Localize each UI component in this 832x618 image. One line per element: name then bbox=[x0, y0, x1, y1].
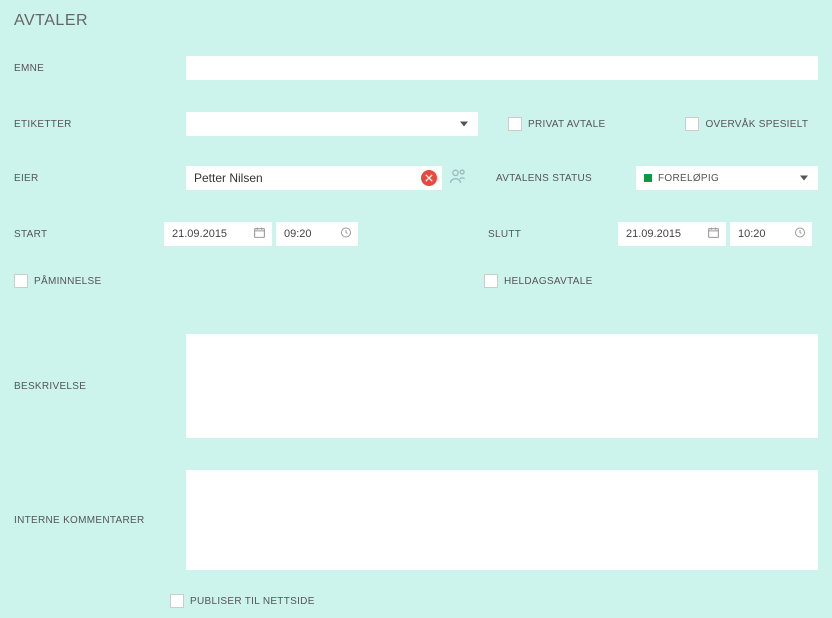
privat-label: PRIVAT AVTALE bbox=[528, 119, 605, 130]
etiketter-dropdown[interactable] bbox=[186, 112, 478, 136]
heldags-label: HELDAGSAVTALE bbox=[504, 276, 593, 287]
clock-icon bbox=[794, 227, 806, 242]
label-interne: INTERNE KOMMENTARER bbox=[14, 515, 186, 526]
overvak-checkbox[interactable] bbox=[685, 117, 699, 131]
label-slutt: SLUTT bbox=[488, 229, 618, 240]
start-time-value: 09:20 bbox=[284, 228, 312, 240]
start-time-input[interactable]: 09:20 bbox=[276, 222, 358, 246]
page-title: AVTALER bbox=[14, 12, 818, 30]
paminnelse-checkbox[interactable] bbox=[14, 274, 28, 288]
slutt-date-value: 21.09.2015 bbox=[626, 228, 681, 240]
start-date-value: 21.09.2015 bbox=[172, 228, 227, 240]
chevron-down-icon bbox=[460, 122, 468, 127]
label-eier: EIER bbox=[14, 173, 186, 184]
eier-input[interactable] bbox=[186, 166, 442, 190]
slutt-date-input[interactable]: 21.09.2015 bbox=[618, 222, 726, 246]
status-value: FORELØPIG bbox=[658, 173, 719, 184]
clock-icon bbox=[340, 227, 352, 242]
label-emne: EMNE bbox=[14, 63, 186, 74]
status-color-dot bbox=[644, 174, 652, 182]
paminnelse-label: PÅMINNELSE bbox=[34, 276, 101, 287]
publiser-label: PUBLISER TIL NETTSIDE bbox=[190, 596, 315, 607]
person-icon[interactable] bbox=[448, 167, 468, 190]
clear-owner-button[interactable] bbox=[421, 170, 437, 186]
label-start: START bbox=[14, 229, 164, 240]
publiser-checkbox[interactable] bbox=[170, 594, 184, 608]
privat-checkbox[interactable] bbox=[508, 117, 522, 131]
chevron-down-icon bbox=[800, 176, 808, 181]
label-etiketter: ETIKETTER bbox=[14, 119, 186, 130]
interne-textarea[interactable] bbox=[186, 470, 818, 570]
slutt-time-value: 10:20 bbox=[738, 228, 766, 240]
calendar-icon bbox=[707, 226, 720, 242]
start-date-input[interactable]: 21.09.2015 bbox=[164, 222, 272, 246]
label-beskrivelse: BESKRIVELSE bbox=[14, 381, 186, 392]
label-status: AVTALENS STATUS bbox=[496, 173, 636, 184]
close-icon bbox=[425, 174, 433, 182]
overvak-label: OVERVÅK SPESIELT bbox=[705, 119, 808, 130]
calendar-icon bbox=[253, 226, 266, 242]
slutt-time-input[interactable]: 10:20 bbox=[730, 222, 812, 246]
beskrivelse-textarea[interactable] bbox=[186, 334, 818, 438]
heldags-checkbox[interactable] bbox=[484, 274, 498, 288]
status-dropdown[interactable]: FORELØPIG bbox=[636, 166, 818, 190]
emne-input[interactable] bbox=[186, 56, 818, 80]
